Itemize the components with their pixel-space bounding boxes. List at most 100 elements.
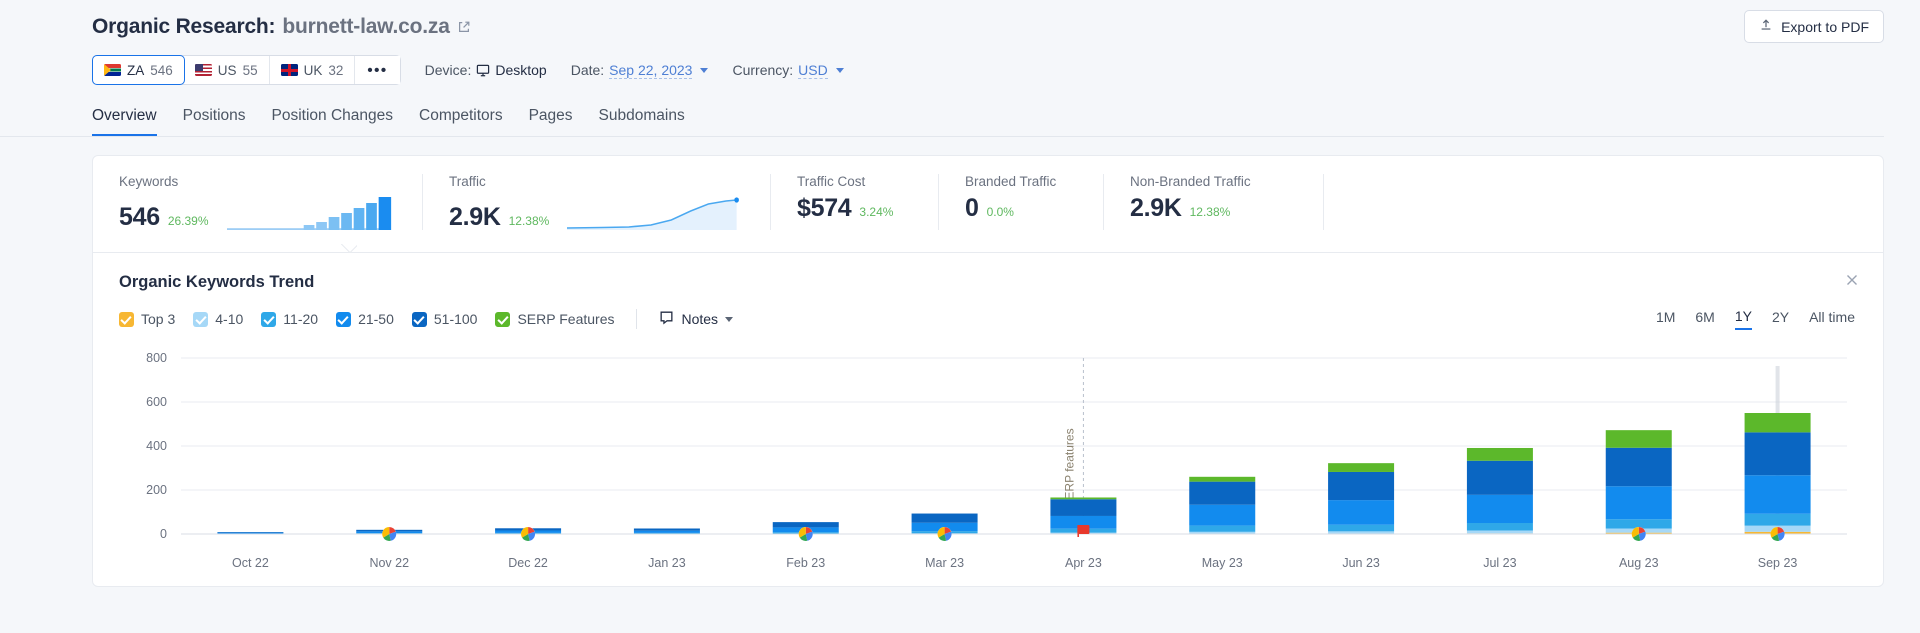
us-flag-icon [194, 64, 212, 76]
selected-metric-notch [341, 244, 357, 253]
range-6m[interactable]: 6M [1695, 309, 1714, 329]
notes-label: Notes [681, 311, 719, 327]
legend-label-21-50: 21-50 [358, 311, 394, 327]
currency-value: USD [798, 61, 828, 79]
x-axis-label: Aug 23 [1618, 556, 1659, 570]
metric-traffic-cost-change: 3.24% [859, 205, 894, 219]
legend-checkbox-top-3[interactable] [119, 311, 134, 327]
metric-keywords-value: 546 [119, 203, 160, 231]
metric-traffic-value: 2.9K [449, 203, 501, 231]
chart-controls-row: Top 3 4-10 11-20 21-50 51-100 SERP Featu… [119, 308, 1857, 330]
chart-x-axis-labels: Oct 22 Nov 22 Dec 22 Jan 23 Feb 23 Mar 23 Apr … [119, 552, 1857, 578]
upload-icon [1759, 18, 1773, 35]
database-item-uk[interactable]: UK 32 [269, 56, 356, 84]
x-axis-label: Feb 23 [786, 556, 826, 570]
filter-bar: ZA 546 US 55 UK 32 ••• Device: Desktop D… [0, 43, 1920, 85]
x-axis-label: Jan 23 [648, 556, 686, 570]
legend-checkbox-4-10[interactable] [193, 311, 209, 327]
chart-legend: Top 3 4-10 11-20 21-50 51-100 SERP Featu… [119, 309, 734, 329]
metric-non-branded-traffic-label: Non-Branded Traffic [1130, 174, 1251, 189]
range-all-time[interactable]: All time [1809, 309, 1855, 329]
legend-label-51-100: 51-100 [433, 311, 478, 327]
metric-branded-traffic-value: 0 [965, 194, 979, 222]
external-link-icon[interactable] [457, 20, 471, 34]
database-more-button[interactable]: ••• [355, 56, 400, 84]
device-label: Device: [424, 62, 472, 78]
x-axis-label: Dec 22 [508, 556, 548, 570]
chevron-down-icon [700, 67, 709, 73]
metric-traffic-label: Traffic [449, 174, 486, 189]
page-header: Organic Research: burnett-law.co.za Expo… [0, 0, 1920, 43]
page-title-prefix: Organic Research: [92, 14, 276, 38]
date-label: Date: [570, 62, 605, 78]
database-count-za: 546 [150, 62, 173, 78]
chevron-down-icon [835, 67, 844, 73]
tab-positions[interactable]: Positions [183, 107, 246, 136]
monitor-icon [476, 64, 490, 77]
legend-checkbox-11-20[interactable] [261, 311, 277, 327]
database-selector: ZA 546 US 55 UK 32 ••• [92, 55, 401, 85]
database-item-us[interactable]: US 55 [183, 56, 270, 84]
close-icon[interactable] [1843, 271, 1861, 289]
metric-non-branded-traffic[interactable]: Non-Branded Traffic 2.9K 12.38% [1104, 174, 1324, 230]
database-code-za: ZA [127, 62, 145, 78]
metric-keywords-label: Keywords [119, 174, 179, 189]
organic-keywords-chart[interactable]: 0 200 400 600 800 SERP features [119, 352, 1857, 552]
chart-svg: 0 200 400 600 800 SERP features [146, 352, 1847, 541]
legend-item-21-50[interactable]: 21-50 [336, 311, 394, 327]
database-code-uk: UK [303, 62, 323, 78]
metrics-row: Keywords 546 26.39% Traffic 2.9K 12.38% … [93, 156, 1883, 252]
legend-item-4-10[interactable]: 4-10 [193, 311, 243, 327]
legend-label-top-3: Top 3 [141, 311, 176, 327]
metric-traffic-change: 12.38% [508, 214, 550, 228]
currency-filter[interactable]: Currency: USD [732, 61, 844, 79]
metric-traffic[interactable]: Traffic 2.9K 12.38% [423, 174, 771, 230]
metric-keywords[interactable]: Keywords 546 26.39% [93, 174, 423, 230]
database-count-us: 55 [242, 62, 258, 78]
x-axis-label: Apr 23 [1064, 556, 1102, 570]
keywords-sparkline [226, 196, 396, 230]
metric-traffic-cost[interactable]: Traffic Cost $574 3.24% [771, 174, 939, 230]
tab-pages[interactable]: Pages [529, 107, 573, 136]
x-axis-label: Mar 23 [925, 556, 965, 570]
x-axis-label: Jun 23 [1342, 556, 1380, 570]
date-filter[interactable]: Date: Sep 22, 2023 [571, 62, 709, 79]
legend-label-serp-features: SERP Features [517, 311, 615, 327]
legend-item-top-3[interactable]: Top 3 [119, 311, 175, 327]
legend-checkbox-serp-features[interactable] [495, 311, 511, 327]
database-item-za[interactable]: ZA 546 [92, 55, 185, 85]
export-to-pdf-button[interactable]: Export to PDF [1744, 10, 1884, 43]
tab-competitors[interactable]: Competitors [419, 107, 503, 136]
page-title: Organic Research: burnett-law.co.za [92, 15, 471, 39]
legend-item-51-100[interactable]: 51-100 [411, 311, 478, 327]
svg-text:0: 0 [160, 527, 167, 541]
legend-item-11-20[interactable]: 11-20 [261, 311, 318, 327]
metric-keywords-change: 26.39% [167, 214, 209, 228]
legend-item-serp-features[interactable]: SERP Features [495, 311, 614, 327]
metric-branded-traffic[interactable]: Branded Traffic 0 0.0% [939, 174, 1104, 230]
tab-position-changes[interactable]: Position Changes [272, 107, 394, 136]
note-icon [659, 310, 674, 328]
tab-subdomains[interactable]: Subdomains [599, 107, 685, 136]
legend-checkbox-51-100[interactable] [411, 311, 427, 327]
uk-flag-icon [280, 64, 298, 76]
legend-label-11-20: 11-20 [283, 311, 319, 327]
traffic-sparkline [567, 196, 744, 230]
page-title-domain: burnett-law.co.za [282, 14, 450, 38]
range-2y[interactable]: 2Y [1772, 309, 1789, 329]
metric-traffic-cost-value: $574 [797, 194, 852, 222]
svg-text:400: 400 [146, 439, 167, 453]
legend-checkbox-21-50[interactable] [336, 311, 352, 327]
svg-text:600: 600 [146, 395, 167, 409]
notes-dropdown[interactable]: Notes [659, 310, 734, 328]
za-flag-icon [104, 64, 121, 76]
device-filter[interactable]: Device: Desktop [425, 62, 547, 78]
tab-overview[interactable]: Overview [92, 107, 157, 136]
panel-title: Organic Keywords Trend [119, 273, 315, 291]
database-code-us: US [217, 62, 237, 78]
range-1y[interactable]: 1Y [1734, 308, 1752, 330]
organic-research-page: Organic Research: burnett-law.co.za Expo… [0, 0, 1920, 633]
x-axis-label: Oct 22 [231, 556, 269, 570]
svg-text:SERP features: SERP features [1062, 428, 1076, 507]
range-1m[interactable]: 1M [1656, 309, 1675, 329]
